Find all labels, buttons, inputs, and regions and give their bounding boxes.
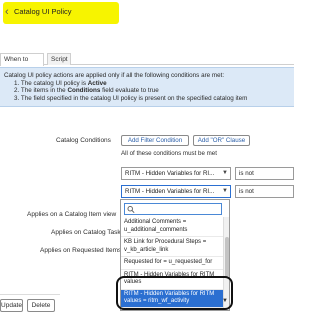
- dropdown-search[interactable]: [124, 203, 222, 215]
- info-intro: Catalog UI policy actions are applied on…: [4, 72, 225, 79]
- condition-operator-value-2: is not: [239, 188, 254, 195]
- info-line-2: 2. The items in the Conditions field eva…: [4, 87, 290, 95]
- info-line-2-pre: 2. The items in the: [14, 87, 68, 95]
- delete-button[interactable]: Delete: [27, 299, 55, 312]
- condition-field-select-1[interactable]: RITM - Hidden Variables for RI... ▼: [121, 167, 231, 180]
- form-header: ‹ Catalog UI Policy: [0, 0, 294, 28]
- applies-item-view-label: Applies on a Catalog Item view: [27, 211, 117, 218]
- dropdown-option[interactable]: KB Link for Procedural Steps = v_kb_arti…: [121, 237, 223, 257]
- info-line-2-bold: Conditions: [67, 87, 101, 95]
- dropdown-option[interactable]: Requested for = u_requested_for: [121, 257, 223, 270]
- condition-operator-select-2[interactable]: is not: [235, 185, 294, 198]
- tab-bar: When to Apply Script: [0, 53, 294, 74]
- dropdown-option[interactable]: Additional Comments = u_additional_comme…: [121, 217, 223, 237]
- divider: [0, 294, 60, 295]
- condition-operator-select-1[interactable]: is not: [235, 167, 294, 180]
- scrollbar-thumb[interactable]: [225, 237, 229, 277]
- catalog-conditions-label: Catalog Conditions: [56, 137, 111, 144]
- condition-field-select-2[interactable]: RITM - Hidden Variables for RI... ▼: [121, 185, 231, 198]
- info-line-1-text: 1. The catalog UI policy is: [14, 79, 88, 87]
- applies-tasks-label: Applies on Catalog Tasks: [51, 229, 124, 236]
- info-line-1-bold: Active: [87, 79, 107, 87]
- chevron-down-icon: ▼: [222, 170, 228, 176]
- info-line-1: 1. The catalog UI policy is Active: [4, 80, 290, 88]
- tab-script[interactable]: Script: [47, 53, 71, 65]
- chevron-down-icon: ▼: [222, 188, 228, 194]
- conditions-note: All of these conditions must be met: [121, 150, 217, 157]
- back-icon[interactable]: ‹: [5, 6, 13, 18]
- add-filter-condition-button[interactable]: Add Filter Condition: [121, 135, 189, 146]
- add-or-clause-button[interactable]: Add "OR" Clause: [193, 135, 250, 146]
- update-button[interactable]: Update: [0, 299, 23, 312]
- info-line-2-post: field evaluate to true: [100, 87, 159, 95]
- info-line-3: 3. The field specified in the catalog UI…: [14, 94, 248, 102]
- search-icon: [127, 206, 135, 214]
- condition-field-value-2: RITM - Hidden Variables for RI...: [125, 188, 215, 195]
- tab-when-to-apply[interactable]: When to Apply: [0, 53, 44, 74]
- condition-operator-value-1: is not: [239, 170, 254, 177]
- selection-annotation-outline: [116, 276, 233, 310]
- page-title: Catalog UI Policy: [14, 7, 72, 16]
- dropdown-search-input[interactable]: [136, 205, 216, 214]
- info-message: Catalog UI policy actions are applied on…: [0, 67, 294, 107]
- condition-field-value-1: RITM - Hidden Variables for RI...: [125, 170, 215, 177]
- applies-requested-label: Applies on Requested Items: [40, 247, 122, 254]
